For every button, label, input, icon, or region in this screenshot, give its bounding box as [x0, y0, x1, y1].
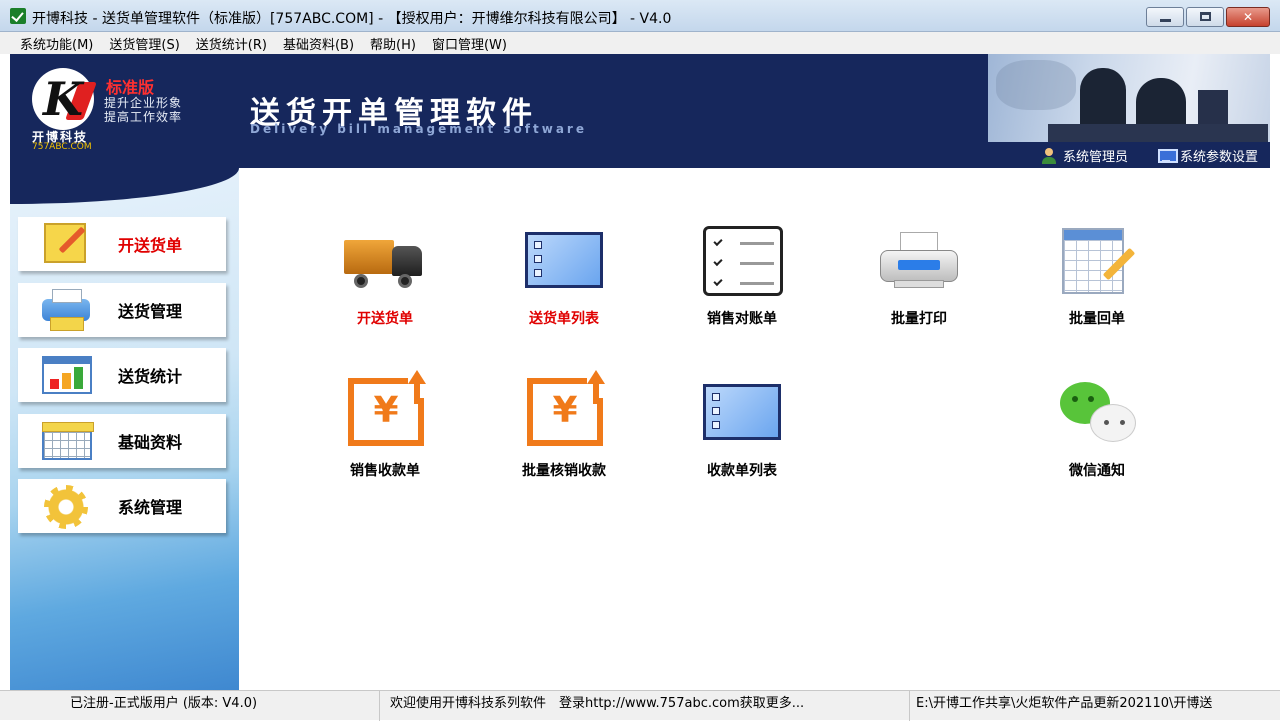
spreadsheet-icon	[38, 418, 94, 464]
system-settings-link[interactable]: 系统参数设置	[1157, 146, 1258, 165]
menu-window[interactable]: 窗口管理(W)	[424, 34, 515, 53]
sidebar-item-delivery-management[interactable]: 送货管理	[18, 283, 226, 337]
header-tools: 系统管理员 系统参数设置	[1041, 146, 1258, 165]
minimize-icon	[1160, 19, 1171, 22]
menu-help[interactable]: 帮助(H)	[362, 34, 424, 53]
tile-label: 收款单列表	[707, 463, 777, 479]
truck-icon	[340, 222, 430, 302]
menu-basic-data[interactable]: 基础资料(B)	[275, 34, 362, 53]
spreadsheet-edit-icon	[1052, 222, 1142, 302]
menu-system[interactable]: 系统功能(M)	[12, 34, 101, 53]
tile-batch-receipt[interactable]: 批量回单	[1022, 222, 1172, 342]
tile-label: 销售收款单	[350, 463, 420, 479]
tile-label: 微信通知	[1069, 463, 1125, 479]
sidebar: 开送货单 送货管理 送货统计 基础资料 系统管理	[10, 168, 239, 690]
sidebar-item-label: 系统管理	[118, 498, 183, 517]
tile-new-delivery[interactable]: 开送货单	[310, 222, 460, 342]
app-check-icon	[10, 8, 26, 24]
slogan: 提升企业形象 提高工作效率	[104, 96, 182, 124]
tile-label: 批量核销收款	[522, 463, 606, 479]
tile-wechat-notify[interactable]: 微信通知	[1022, 374, 1172, 494]
status-path: E:\开博工作共享\火炬软件产品更新202110\开博送	[916, 696, 1213, 711]
bar-chart-icon	[38, 352, 94, 398]
minimize-button[interactable]	[1146, 7, 1184, 27]
title-bar[interactable]: 开博科技 - 送货单管理软件（标准版）[757ABC.COM] - 【授权用户：…	[0, 0, 1280, 32]
gear-icon	[38, 483, 94, 529]
world-map-shape	[996, 60, 1076, 110]
sidebar-item-label: 送货统计	[118, 367, 183, 386]
maximize-button[interactable]	[1186, 7, 1224, 27]
sidebar-item-label: 基础资料	[118, 433, 183, 452]
tile-sales-receipt[interactable]: ¥ 销售收款单	[310, 370, 460, 494]
brand-logo: K	[32, 68, 97, 130]
tile-label: 批量回单	[1069, 311, 1125, 327]
pencil-note-icon	[38, 221, 94, 267]
restore-icon	[1200, 12, 1211, 21]
user-icon	[1041, 147, 1057, 164]
sidebar-item-basic-data[interactable]: 基础资料	[18, 414, 226, 468]
header-banner: K 标准版 提升企业形象 提高工作效率 开博科技 757ABC.COM 送货开单…	[10, 54, 1270, 168]
tile-receipt-list[interactable]: 收款单列表	[667, 374, 817, 494]
sidebar-curve	[10, 168, 239, 204]
sidebar-item-system-management[interactable]: 系统管理	[18, 479, 226, 533]
menu-statistics[interactable]: 送货统计(R)	[188, 34, 275, 53]
slogan-line-1: 提升企业形象	[104, 96, 183, 110]
admin-user-label: 系统管理员	[1062, 150, 1128, 165]
sidebar-item-delivery-statistics[interactable]: 送货统计	[18, 348, 226, 402]
app-subtitle: Delivery bill management software	[250, 122, 587, 136]
yen-symbol: ¥	[373, 390, 399, 431]
status-welcome: 欢迎使用开博科技系列软件 登录http://www.757abc.com获取更多…	[380, 691, 910, 721]
tile-label: 销售对账单	[707, 311, 777, 327]
menu-bar: 系统功能(M) 送货管理(S) 送货统计(R) 基础资料(B) 帮助(H) 窗口…	[0, 32, 1280, 54]
sidebar-item-label: 开送货单	[118, 236, 183, 255]
printer-icon	[38, 287, 94, 333]
status-registration: 已注册-正式版用户 (版本: V4.0)	[0, 691, 380, 721]
yen-symbol: ¥	[552, 390, 578, 431]
brand-domain: 757ABC.COM	[32, 142, 92, 152]
tile-label: 开送货单	[357, 311, 413, 327]
yen-receipt-icon: ¥	[340, 370, 430, 454]
status-bar: 已注册-正式版用户 (版本: V4.0) 欢迎使用开博科技系列软件 登录http…	[0, 690, 1280, 721]
tile-label: 批量打印	[891, 311, 947, 327]
slogan-line-2: 提高工作效率	[104, 110, 183, 124]
printer-icon	[874, 222, 964, 302]
close-icon: ✕	[1242, 10, 1254, 24]
tile-sales-statement[interactable]: 销售对账单	[667, 222, 817, 342]
yen-receipt-icon: ¥	[519, 370, 609, 454]
edition-label: 标准版	[106, 78, 155, 97]
main-panel: 开送货单 送货单列表 销售对账单 批量打印 批量回单 ¥ 销售收款单 ¥ 批量核…	[239, 168, 1270, 690]
list-window-icon	[697, 374, 787, 454]
desk-silhouette	[1048, 124, 1268, 142]
sidebar-item-label: 送货管理	[118, 302, 183, 321]
menu-delivery[interactable]: 送货管理(S)	[101, 34, 187, 53]
close-button[interactable]: ✕	[1226, 7, 1270, 27]
tile-batch-print[interactable]: 批量打印	[844, 222, 994, 342]
wechat-icon	[1052, 374, 1142, 454]
checklist-icon	[697, 222, 787, 302]
window-title: 开博科技 - 送货单管理软件（标准版）[757ABC.COM] - 【授权用户：…	[32, 11, 672, 27]
logo-letter: K	[43, 72, 83, 126]
monitor-icon	[1157, 148, 1178, 163]
tile-batch-writeoff[interactable]: ¥ 批量核销收款	[489, 370, 639, 494]
tile-label: 送货单列表	[529, 311, 599, 327]
system-settings-label: 系统参数设置	[1179, 150, 1258, 165]
sidebar-item-new-delivery[interactable]: 开送货单	[18, 217, 226, 271]
banner-photo	[988, 54, 1270, 142]
admin-user-link[interactable]: 系统管理员	[1041, 146, 1128, 165]
tile-delivery-list[interactable]: 送货单列表	[489, 222, 639, 342]
window-controls: ✕	[1146, 7, 1270, 27]
list-window-icon	[519, 222, 609, 302]
